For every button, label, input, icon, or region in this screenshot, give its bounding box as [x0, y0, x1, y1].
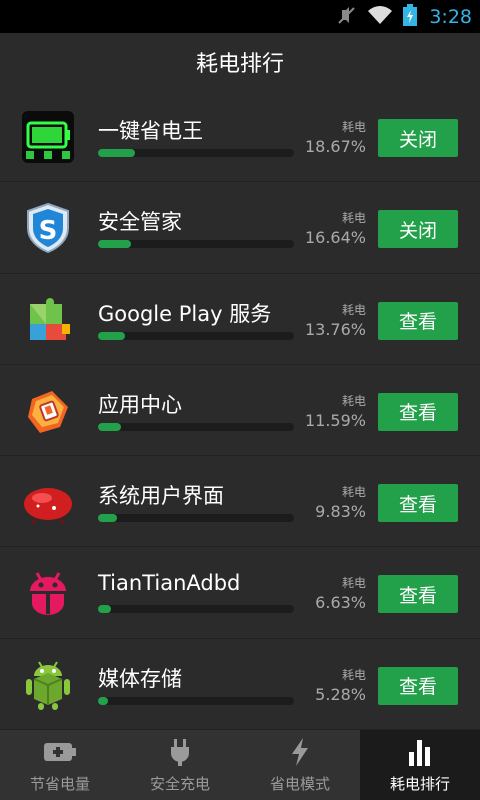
usage-bar-fill: [98, 422, 121, 431]
usage-label: 耗电: [341, 485, 366, 500]
usage-percent: 11.59%: [304, 410, 366, 430]
usage-bar: [98, 422, 294, 431]
list-item: 系统用户界面 耗电 9.83% 查看: [0, 456, 480, 548]
list-item: Google Play 服务 耗电 13.76% 查看: [0, 274, 480, 365]
usage-percent: 6.63%: [315, 593, 366, 613]
usage-label: 耗电: [341, 393, 366, 408]
usage-percent: 18.67%: [304, 137, 366, 156]
status-bar: 3:28: [0, 0, 480, 33]
list-item: TianTianAdbd 耗电 6.63% 查看: [0, 547, 480, 639]
usage-bar: [98, 514, 294, 523]
usage-bar: [98, 696, 294, 705]
app-name: 一键省电王: [98, 119, 203, 143]
list-item: 一键省电王 耗电 18.67% 关闭: [0, 91, 480, 183]
usage-bar-fill: [98, 149, 135, 157]
android-red-icon: [22, 567, 74, 619]
app-usage-list: 一键省电王 耗电 18.67% 关闭 S 安全管家 耗电 16.64% 关闭 G…: [0, 91, 480, 731]
tab-label: 节省电量: [29, 775, 90, 793]
bottom-tab-bar: 节省电量 安全充电 省电模式 耗电排行: [0, 730, 480, 800]
tab-label: 安全充电: [149, 775, 210, 793]
plug-icon: [168, 735, 192, 769]
app-name: 应用中心: [98, 392, 182, 417]
usage-percent: 16.64%: [304, 228, 366, 248]
usage-bar: [98, 605, 294, 614]
battery-icon: [22, 111, 74, 163]
shield-s-icon: S: [22, 202, 74, 254]
tab-label: 耗电排行: [389, 775, 450, 793]
usage-bar-fill: [98, 514, 117, 523]
svg-text:S: S: [39, 216, 58, 246]
view-app-button[interactable]: 查看: [378, 484, 458, 523]
usage-label: 耗电: [341, 667, 366, 682]
list-item: 媒体存储 耗电 5.28% 查看: [0, 639, 480, 731]
page-title: 耗电排行: [0, 33, 480, 91]
app-name: 安全管家: [98, 210, 182, 235]
status-time: 3:28: [429, 5, 472, 28]
app-name: 系统用户界面: [98, 484, 224, 509]
usage-label: 耗电: [341, 576, 366, 591]
usage-bar-fill: [98, 696, 108, 705]
tab-power-ranking[interactable]: 耗电排行: [360, 730, 480, 800]
app-name: TianTianAdbd: [98, 571, 241, 596]
view-app-button[interactable]: 查看: [378, 392, 458, 431]
list-item: 应用中心 耗电 11.59% 查看: [0, 365, 480, 457]
usage-label: 耗电: [341, 211, 366, 226]
usage-bar-fill: [98, 240, 131, 249]
usage-bar: [98, 240, 294, 249]
usage-percent: 9.83%: [315, 502, 366, 522]
jellybean-icon: [22, 476, 74, 528]
usage-label: 耗电: [341, 120, 366, 134]
puzzle-icon: [22, 294, 74, 346]
usage-bar: [98, 331, 294, 340]
android-box-icon: [22, 659, 74, 711]
tab-save-power[interactable]: 节省电量: [0, 730, 120, 800]
view-app-button[interactable]: 查看: [378, 666, 458, 705]
wifi-icon: [367, 5, 393, 29]
app-name: Google Play 服务: [98, 301, 272, 326]
mute-icon: [337, 5, 357, 29]
close-app-button[interactable]: 关闭: [378, 119, 458, 157]
lightning-icon: [289, 735, 311, 769]
close-app-button[interactable]: 关闭: [378, 210, 458, 249]
view-app-button[interactable]: 查看: [378, 301, 458, 340]
usage-label: 耗电: [341, 302, 366, 317]
usage-bar-fill: [98, 605, 111, 614]
usage-percent: 5.28%: [315, 684, 366, 704]
tab-safe-charge[interactable]: 安全充电: [120, 730, 240, 800]
usage-bar-fill: [98, 331, 125, 340]
app-name: 媒体存储: [98, 666, 182, 691]
list-item: S 安全管家 耗电 16.64% 关闭: [0, 182, 480, 274]
usage-percent: 13.76%: [304, 319, 366, 339]
view-app-button[interactable]: 查看: [378, 575, 458, 614]
tab-label: 省电模式: [269, 775, 330, 793]
battery-plus-icon: [43, 735, 77, 769]
app-center-icon: [22, 385, 74, 437]
battery-charging-icon: [403, 3, 418, 30]
bar-chart-icon: [407, 735, 433, 769]
usage-bar: [98, 149, 294, 157]
tab-power-mode[interactable]: 省电模式: [240, 730, 360, 800]
